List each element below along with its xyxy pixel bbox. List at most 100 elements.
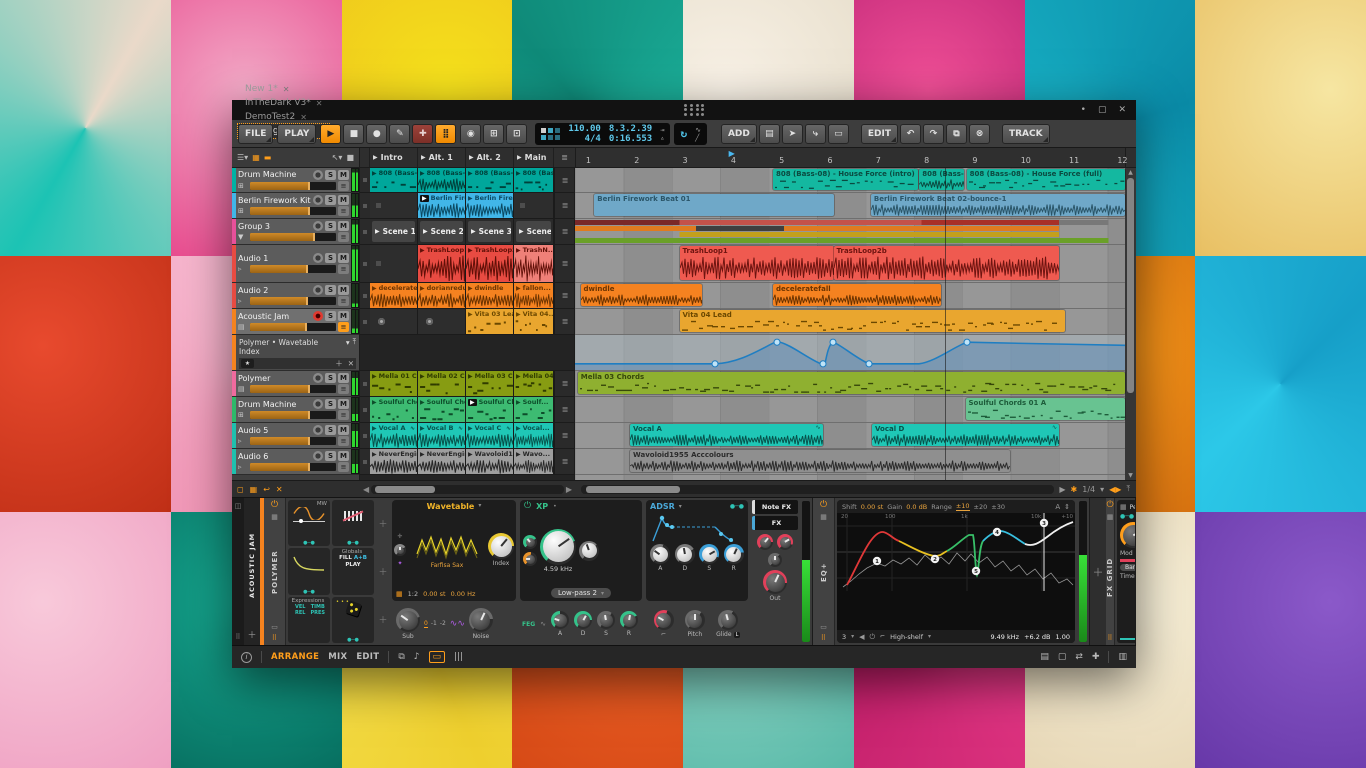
range-20-button[interactable]: ±20 xyxy=(974,503,988,511)
clip-stop-button[interactable] xyxy=(360,449,370,474)
clip-cell[interactable]: ▶808 (Bass-... xyxy=(418,168,466,192)
clip-cell[interactable]: ▶808 (Bass-... xyxy=(466,168,514,192)
launcher-horizontal-scrollbar[interactable]: ◀ ▶ xyxy=(360,485,575,494)
clip-cell[interactable]: ▶dwindle xyxy=(466,283,514,308)
remote-controls-icon[interactable]: ▭ xyxy=(271,623,278,631)
mute-button[interactable]: M xyxy=(338,221,349,231)
clip-cell[interactable] xyxy=(418,309,466,334)
launcher-grid-toggle-icon[interactable]: ▦ xyxy=(252,153,260,162)
clip-cell[interactable]: ▶NeverEngin... xyxy=(418,449,466,474)
delete-button[interactable]: ⊗ xyxy=(969,124,990,144)
velocity-knob[interactable] xyxy=(757,534,773,550)
preset-icon[interactable]: ▦ xyxy=(271,513,278,521)
clip-cell[interactable]: ▶808 (Bass-... xyxy=(514,168,554,192)
clip-cell[interactable]: ▶TrashN... xyxy=(514,245,554,282)
track-row[interactable]: Drum MachineSM⊞≡ xyxy=(232,168,359,193)
clip-stop-button[interactable] xyxy=(360,423,370,448)
modulator-keytrack[interactable]: ●─● xyxy=(332,500,374,546)
modulator-random[interactable]: ••• ●─● xyxy=(332,597,374,643)
solo-button[interactable]: S xyxy=(325,221,336,231)
resonance-knob[interactable] xyxy=(579,541,599,561)
clip-cell[interactable]: ▶Vita 04... xyxy=(514,309,554,334)
volume-fader[interactable] xyxy=(250,323,336,331)
restore-window-icon[interactable]: ▢ xyxy=(1098,105,1107,115)
automation-write-button[interactable]: ✎ xyxy=(389,124,410,144)
track-row[interactable]: PolymerSM▤≡ xyxy=(232,371,359,397)
snap-value[interactable]: 1/4 xyxy=(1082,485,1095,494)
clip-stop-button[interactable] xyxy=(360,283,370,308)
clip-record-slot[interactable] xyxy=(378,318,385,325)
range-10-button[interactable]: ±10 xyxy=(956,502,970,511)
layers-menu-icon[interactable]: ☰▾ xyxy=(237,153,248,162)
automation-selector-panel[interactable]: Polymer • Wavetable▾⤒Index★＋✕ xyxy=(232,335,359,371)
knob-mode-button[interactable]: ◉ xyxy=(460,124,481,144)
arranger-horizontal-scrollbar[interactable] xyxy=(581,485,1054,494)
scene-launch-button[interactable]: ▶Scene 4 xyxy=(516,221,551,242)
redo-button[interactable]: ↷ xyxy=(923,124,944,144)
clip-cell[interactable]: ▶Vocal A∿ xyxy=(370,423,418,448)
stop-clips-icon[interactable]: ◻ xyxy=(237,485,244,494)
modulators-icon[interactable]: ⠿ xyxy=(821,634,826,642)
add-modulator-icon[interactable]: ＋ xyxy=(376,597,390,643)
arranger-clip[interactable]: Vita 04 Lead xyxy=(680,310,1065,332)
studio-io-button[interactable]: ▥ xyxy=(1118,652,1127,662)
osc-shape-knob[interactable] xyxy=(394,544,406,556)
solo-button[interactable]: S xyxy=(325,195,336,205)
mute-button[interactable]: M xyxy=(338,170,349,180)
track-row[interactable]: Berlin Firework KitSM⊞≡ xyxy=(232,193,359,219)
clip-cell[interactable] xyxy=(514,193,554,218)
track-menu-button[interactable]: ≡ xyxy=(338,181,349,191)
record-button[interactable]: ● xyxy=(366,124,387,144)
add-menu-button[interactable]: ADD xyxy=(721,124,757,144)
clip-cell[interactable]: ▶Berlin Fire... xyxy=(466,193,514,218)
timebase-select[interactable]: Bar xyxy=(1120,564,1136,571)
row-scene-icon[interactable]: ≣ xyxy=(554,397,575,422)
edit-menu-button[interactable]: EDIT xyxy=(861,124,898,144)
decay-knob[interactable] xyxy=(675,544,695,564)
clip-cell[interactable]: ▶Soulf... xyxy=(514,397,554,422)
envelope-title[interactable]: ADSR xyxy=(650,502,675,511)
play-start-marker[interactable]: ▶ xyxy=(729,149,735,158)
eq-curve-display[interactable]: 1 2 5 4 3 20 100 1k 10k +10 xyxy=(837,513,1075,630)
follow-playhead-icon[interactable]: ▶ xyxy=(1059,485,1065,494)
clip-cell[interactable]: ▶Mella 02 C... xyxy=(418,371,466,396)
arranger-clip[interactable]: Mella 03 Chords xyxy=(578,372,1125,394)
grid-dots-icon[interactable]: ⠿ xyxy=(235,633,240,641)
arranger-clip[interactable]: Vocal A∿ xyxy=(630,424,823,446)
clip-cell[interactable]: ▶Mella 04... xyxy=(514,371,554,396)
volume-fader[interactable] xyxy=(250,297,336,305)
row-scene-icon[interactable]: ≣ xyxy=(554,168,575,192)
range-30-button[interactable]: ±30 xyxy=(991,503,1005,511)
feg-amount-knob[interactable] xyxy=(654,610,674,630)
clip-cell[interactable]: ▶Mella 01 C... xyxy=(370,371,418,396)
volume-fader[interactable] xyxy=(250,437,336,445)
arranger-timeline[interactable]: 808 (Bass-08) - House Force (intro)808 (… xyxy=(575,168,1125,480)
record-arm-button[interactable] xyxy=(313,170,323,180)
io-panel-button[interactable]: ⇄ xyxy=(1075,652,1083,662)
add-device-icon[interactable]: ＋ xyxy=(247,628,256,641)
arranger-clip[interactable]: TrashLoop2b xyxy=(834,246,1060,280)
modulator-globals[interactable]: Globals FILL A+BPLAY xyxy=(332,548,374,594)
track-row[interactable]: Audio 5SM▹≡ xyxy=(232,423,359,449)
clip-cell[interactable]: ▶dorianredu... xyxy=(418,283,466,308)
volume-fader[interactable] xyxy=(250,265,336,273)
scene-cell[interactable]: ▶Scene 3 xyxy=(466,219,514,244)
insert-instrument-button[interactable]: ▤ xyxy=(759,124,780,144)
scene-cell[interactable]: ▶Scene 2 xyxy=(418,219,466,244)
modulator-expressions[interactable]: Expressions VELTIMB RELPRES xyxy=(288,597,330,643)
note-fx-tab[interactable]: Note FX xyxy=(752,500,798,514)
band-gain-value[interactable]: +6.2 dB xyxy=(1024,633,1050,641)
arranger-clip[interactable]: dwindle xyxy=(581,284,702,306)
track-menu-button[interactable]: ≡ xyxy=(338,436,349,446)
volume-fader[interactable] xyxy=(250,411,336,419)
arranger-clip[interactable]: 808 (Bass-08) - House Force (intro) xyxy=(773,169,918,190)
add-modulator-icon[interactable]: ＋ xyxy=(376,548,390,594)
mute-button[interactable]: M xyxy=(338,451,349,461)
oscillator-type[interactable]: Wavetable xyxy=(427,502,475,511)
shift-value[interactable]: 0.00 st xyxy=(861,503,883,511)
play-menu-button[interactable]: PLAY xyxy=(277,124,316,144)
record-arm-button[interactable] xyxy=(313,285,323,295)
mute-button[interactable]: M xyxy=(338,425,349,435)
fx-grid-header[interactable]: Perf xyxy=(1130,504,1136,511)
clip-cell[interactable]: ▶TrashLoop2b xyxy=(466,245,514,282)
